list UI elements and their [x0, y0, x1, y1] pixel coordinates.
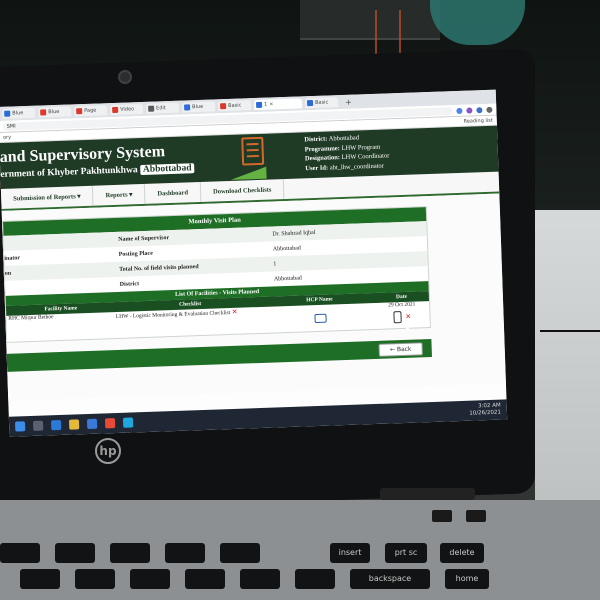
browser-tab[interactable]: Basic: [217, 100, 252, 112]
background-cable: [540, 330, 600, 370]
start-icon[interactable]: [14, 421, 26, 432]
chevron-down-icon: ▾: [77, 193, 81, 201]
checklist-logo-icon: [241, 136, 265, 166]
key-backspace[interactable]: backspace: [350, 569, 430, 589]
favicon-icon: [184, 104, 191, 111]
favicon-icon: [220, 103, 227, 110]
visit-plan-card: Monthly Visit Plan Name of Supervisor Dr.…: [1, 206, 431, 343]
date-cell: 29 Oct 2021 ✕: [374, 301, 430, 329]
key-blank[interactable]: [220, 543, 260, 563]
extension-icon[interactable]: [466, 106, 473, 114]
webcam-icon: [118, 70, 132, 84]
key-blank[interactable]: [55, 543, 95, 563]
key-blank[interactable]: [240, 569, 280, 589]
card-footer-bar: [6, 339, 432, 372]
district-chip: Abbottabad: [139, 163, 195, 176]
key-blank[interactable]: [75, 569, 115, 589]
key-blank[interactable]: [295, 569, 335, 589]
new-tab-icon[interactable]: +: [345, 97, 352, 106]
favicon-icon: [255, 101, 263, 108]
key-insert[interactable]: insert: [330, 543, 370, 563]
logo-accent: [230, 166, 267, 180]
menu-icon[interactable]: [486, 106, 493, 113]
hp-logo: hp: [95, 438, 121, 464]
main-content: Monthly Visit Plan Name of Supervisor Dr.…: [1, 193, 506, 401]
arrow-left-icon: ←: [389, 346, 396, 354]
column-date: Date: [395, 293, 408, 301]
browser-tab-active[interactable]: 1 ×: [253, 98, 303, 111]
favicon-icon: [76, 108, 83, 115]
skype-icon[interactable]: [122, 417, 134, 428]
browser-tab[interactable]: Edit: [145, 102, 180, 114]
key-prt-sc[interactable]: prt sc: [385, 543, 427, 563]
search-icon[interactable]: [32, 420, 44, 431]
browser-tab[interactable]: Video: [110, 103, 144, 116]
facility-name-cell: RHC Mirpur Bethoe: [8, 314, 54, 322]
key-delete[interactable]: delete: [440, 543, 484, 563]
favicon-icon: [4, 110, 11, 117]
remove-checklist-icon[interactable]: ✕: [231, 308, 237, 316]
favicon-icon: [112, 106, 119, 114]
key-blank[interactable]: [185, 569, 225, 589]
close-tab-icon[interactable]: ×: [269, 101, 273, 107]
profile-icon[interactable]: [476, 106, 483, 113]
menu-download-checklists[interactable]: Download Checklists: [200, 179, 285, 202]
laptop-screen: Blue Blue Page Video Edit Blue Basic 1 × …: [0, 89, 508, 437]
menu-reports[interactable]: Reports ▾: [93, 183, 146, 206]
bookmark-item[interactable]: ory: [3, 134, 11, 140]
key-blank[interactable]: [0, 543, 40, 563]
mobile-icon[interactable]: [393, 311, 402, 324]
file-explorer-icon[interactable]: [68, 419, 80, 430]
back-button[interactable]: ← Back: [378, 342, 423, 357]
system-clock[interactable]: 3:02 AM 10/26/2021: [469, 403, 501, 418]
row-actions: ✕: [375, 310, 430, 324]
menu-dashboard[interactable]: Dashboard: [145, 181, 202, 204]
favicon-icon: [40, 109, 47, 116]
extension-icon[interactable]: [456, 107, 463, 114]
print-cell: [265, 303, 375, 333]
laptop-hinge: [380, 488, 475, 500]
user-meta: District: Abbottabad Programme: LHW Prog…: [304, 132, 390, 173]
menu-submission-of-reports[interactable]: Submission of Reports ▾: [0, 185, 94, 209]
chrome-icon[interactable]: [104, 418, 116, 429]
store-icon[interactable]: [86, 418, 98, 430]
browser-tab[interactable]: Basic: [304, 97, 339, 109]
background-shelf: [300, 0, 440, 40]
delete-icon[interactable]: ✕: [405, 313, 411, 321]
site-title: and Supervisory System: [0, 143, 166, 166]
checklist-cell: LHW - Logistic Monitoring & Evaluation C…: [115, 307, 238, 321]
browser-tab[interactable]: Page: [74, 105, 108, 117]
key-blank[interactable]: [130, 569, 170, 589]
edge-icon[interactable]: [50, 419, 62, 431]
key-blank[interactable]: [110, 543, 150, 563]
key-blank[interactable]: [165, 543, 205, 563]
printer-icon[interactable]: [313, 313, 327, 323]
browser-tab[interactable]: Blue: [181, 101, 216, 113]
keyboard-keys: insert prt sc delete backspace home: [0, 515, 600, 600]
key-home[interactable]: home: [445, 569, 489, 589]
chevron-down-icon: ▾: [129, 191, 133, 199]
browser-tab[interactable]: Blue: [38, 106, 72, 118]
favicon-icon: [148, 105, 155, 112]
favicon-icon: [306, 100, 314, 107]
photo-scene: Blue Blue Page Video Edit Blue Basic 1 × …: [0, 0, 600, 600]
reading-list-button[interactable]: Reading list: [463, 117, 492, 124]
background-person: [430, 0, 525, 45]
key-blank[interactable]: [20, 569, 60, 589]
browser-tab[interactable]: Blue: [2, 107, 36, 119]
